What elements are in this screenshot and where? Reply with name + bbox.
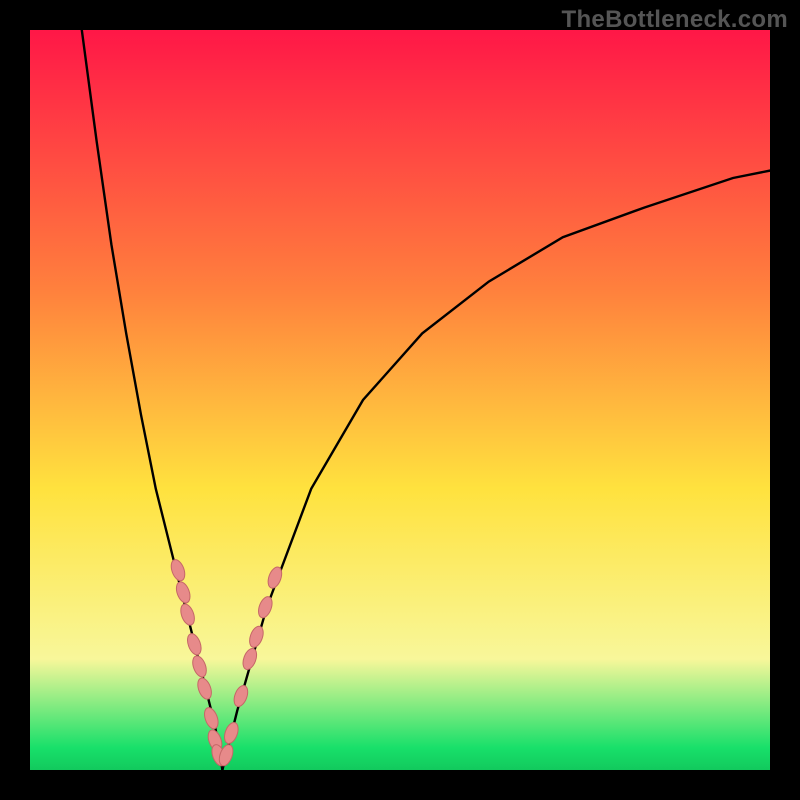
data-marker bbox=[256, 595, 275, 620]
plot-area bbox=[30, 30, 770, 770]
chart-curves bbox=[30, 30, 770, 770]
data-marker bbox=[190, 654, 209, 679]
chart-frame: TheBottleneck.com bbox=[0, 0, 800, 800]
curve-right-branch bbox=[222, 171, 770, 770]
data-marker bbox=[222, 721, 241, 746]
data-marker bbox=[247, 624, 266, 649]
watermark-text: TheBottleneck.com bbox=[562, 6, 788, 34]
data-marker bbox=[185, 632, 204, 657]
data-marker bbox=[169, 558, 188, 583]
data-marker bbox=[240, 647, 259, 672]
data-marker bbox=[231, 684, 250, 709]
data-marker bbox=[202, 706, 221, 731]
data-marker bbox=[195, 676, 214, 701]
data-marker bbox=[178, 602, 197, 627]
data-marker bbox=[174, 580, 193, 605]
